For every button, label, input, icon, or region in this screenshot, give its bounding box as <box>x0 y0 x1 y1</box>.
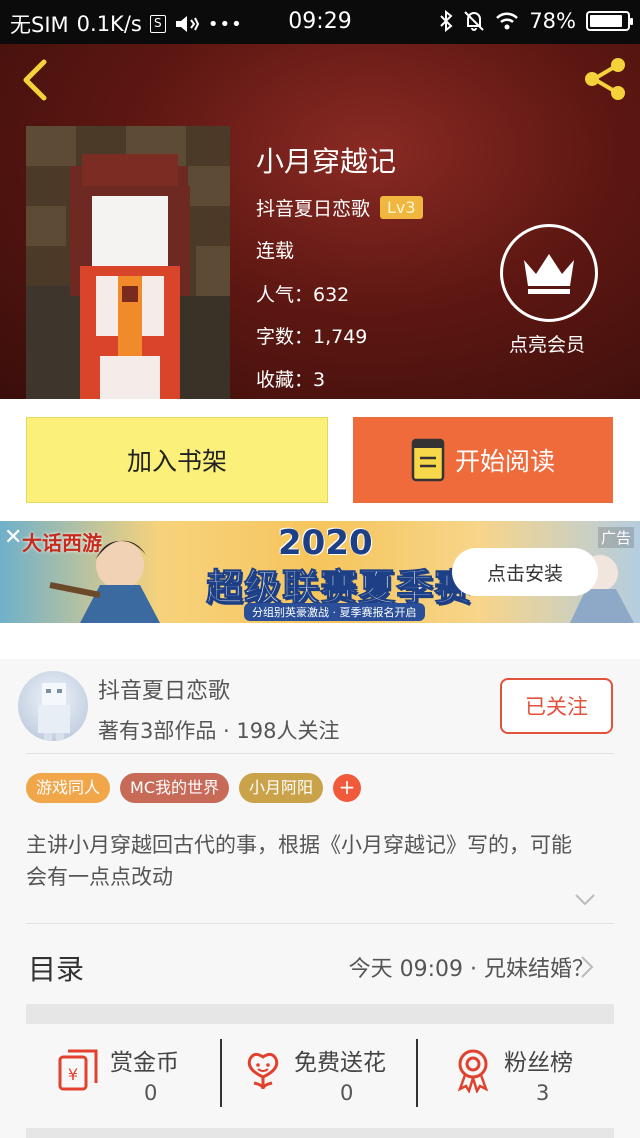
book-description: 主讲小月穿越回古代的事，根据《小月穿越记》写的，可能会有一点点改动 <box>26 833 572 889</box>
book-status: 连载 <box>256 240 295 262</box>
tag-chip[interactable]: 小月阿阳 <box>239 773 324 803</box>
book-author-row[interactable]: 抖音夏日恋歌 Lv3 <box>256 194 423 221</box>
wifi-icon <box>496 12 519 30</box>
fan-ranking-count: 3 <box>536 1081 550 1105</box>
avatar-figure-icon <box>38 683 70 741</box>
mute-bell-icon <box>464 11 485 31</box>
author-stats: 著有3部作品 · 198人关注 <box>98 719 340 743</box>
stat-divider <box>416 1039 418 1107</box>
flower-icon <box>247 1052 279 1090</box>
ad-tag: 广告 <box>597 527 634 548</box>
bottom-divider <box>26 1128 614 1138</box>
follow-button[interactable]: 已关注 <box>500 678 613 734</box>
award-ribbon-icon <box>457 1049 489 1093</box>
status-bar: 无SIM 0.1K/s S ••• 09:29 78% <box>0 0 640 44</box>
fan-ranking-label: 粉丝榜 <box>504 1050 573 1076</box>
reward-coins-label: 赏金币 <box>110 1050 179 1076</box>
ad-close-icon[interactable]: ✕ <box>4 525 22 550</box>
share-icon[interactable] <box>580 54 630 104</box>
stat-divider <box>220 1039 222 1107</box>
back-arrow-icon[interactable] <box>16 58 56 102</box>
book-favorites: 收藏：3 <box>256 369 326 391</box>
ad-banner[interactable]: ✕ 大话西游 广告 2020 超级联赛夏季赛 分组别英豪激战 · 夏季赛报名开启… <box>0 521 640 623</box>
battery-icon <box>586 11 633 31</box>
start-reading-button[interactable]: 开始阅读 <box>353 417 613 503</box>
tag-list: 游戏同人 MC我的世界 小月阿阳 + <box>26 773 362 803</box>
fan-ranking-button[interactable]: 粉丝榜 3 <box>450 1039 600 1109</box>
add-to-shelf-button[interactable]: 加入书架 <box>26 417 328 503</box>
book-word-count: 字数：1,749 <box>256 326 368 348</box>
tag-chip[interactable]: MC我的世界 <box>120 773 229 803</box>
send-flower-button[interactable]: 免费送花 0 <box>240 1039 410 1109</box>
toc-label[interactable]: 目录 <box>28 948 84 988</box>
book-icon <box>411 438 445 482</box>
money-envelope-icon: ¥ <box>58 1049 98 1091</box>
divider <box>26 923 614 924</box>
add-tag-button[interactable]: + <box>333 774 362 802</box>
status-bar-right: 78% <box>439 9 633 33</box>
ad-subline: 分组别英豪激战 · 夏季赛报名开启 <box>244 603 425 621</box>
toc-latest-chapter[interactable]: 今天 09:09 · 兄妹结婚？ <box>349 951 594 983</box>
ad-install-button[interactable]: 点击安装 <box>452 548 598 596</box>
reward-coins-button[interactable]: ¥ 赏金币 0 <box>56 1039 196 1109</box>
ad-game-name: 大话西游 <box>22 531 102 555</box>
start-reading-label: 开始阅读 <box>454 447 555 476</box>
section-gap <box>0 623 640 659</box>
author-name[interactable]: 抖音夏日恋歌 <box>98 673 230 705</box>
svg-text:¥: ¥ <box>68 1065 78 1084</box>
chevron-down-icon[interactable] <box>574 893 596 907</box>
vip-label: 点亮会员 <box>508 334 585 356</box>
author-avatar[interactable] <box>18 671 88 741</box>
bluetooth-icon <box>440 10 453 32</box>
section-divider <box>26 1004 614 1024</box>
crown-icon <box>500 224 598 322</box>
book-cover[interactable] <box>26 126 230 399</box>
add-to-shelf-label: 加入书架 <box>126 447 227 476</box>
book-popularity: 人气：632 <box>256 284 350 306</box>
book-title: 小月穿越记 <box>256 145 397 178</box>
vip-button[interactable]: 点亮会员 <box>500 224 600 357</box>
divider <box>26 753 614 754</box>
cover-art-icon <box>26 126 230 399</box>
chevron-right-icon[interactable] <box>580 955 594 979</box>
author-card: 抖音夏日恋歌 著有3部作品 · 198人关注 已关注 游戏同人 MC我的世界 小… <box>0 659 640 1138</box>
author-level-badge: Lv3 <box>380 196 423 219</box>
book-header: 小月穿越记 抖音夏日恋歌 Lv3 连载 人气：632 字数：1,749 收藏：3… <box>0 44 640 399</box>
tag-chip[interactable]: 游戏同人 <box>26 773 111 803</box>
book-author-name[interactable]: 抖音夏日恋歌 <box>256 194 370 221</box>
battery-percent: 78% <box>529 9 576 33</box>
send-flower-label: 免费送花 <box>294 1050 386 1076</box>
